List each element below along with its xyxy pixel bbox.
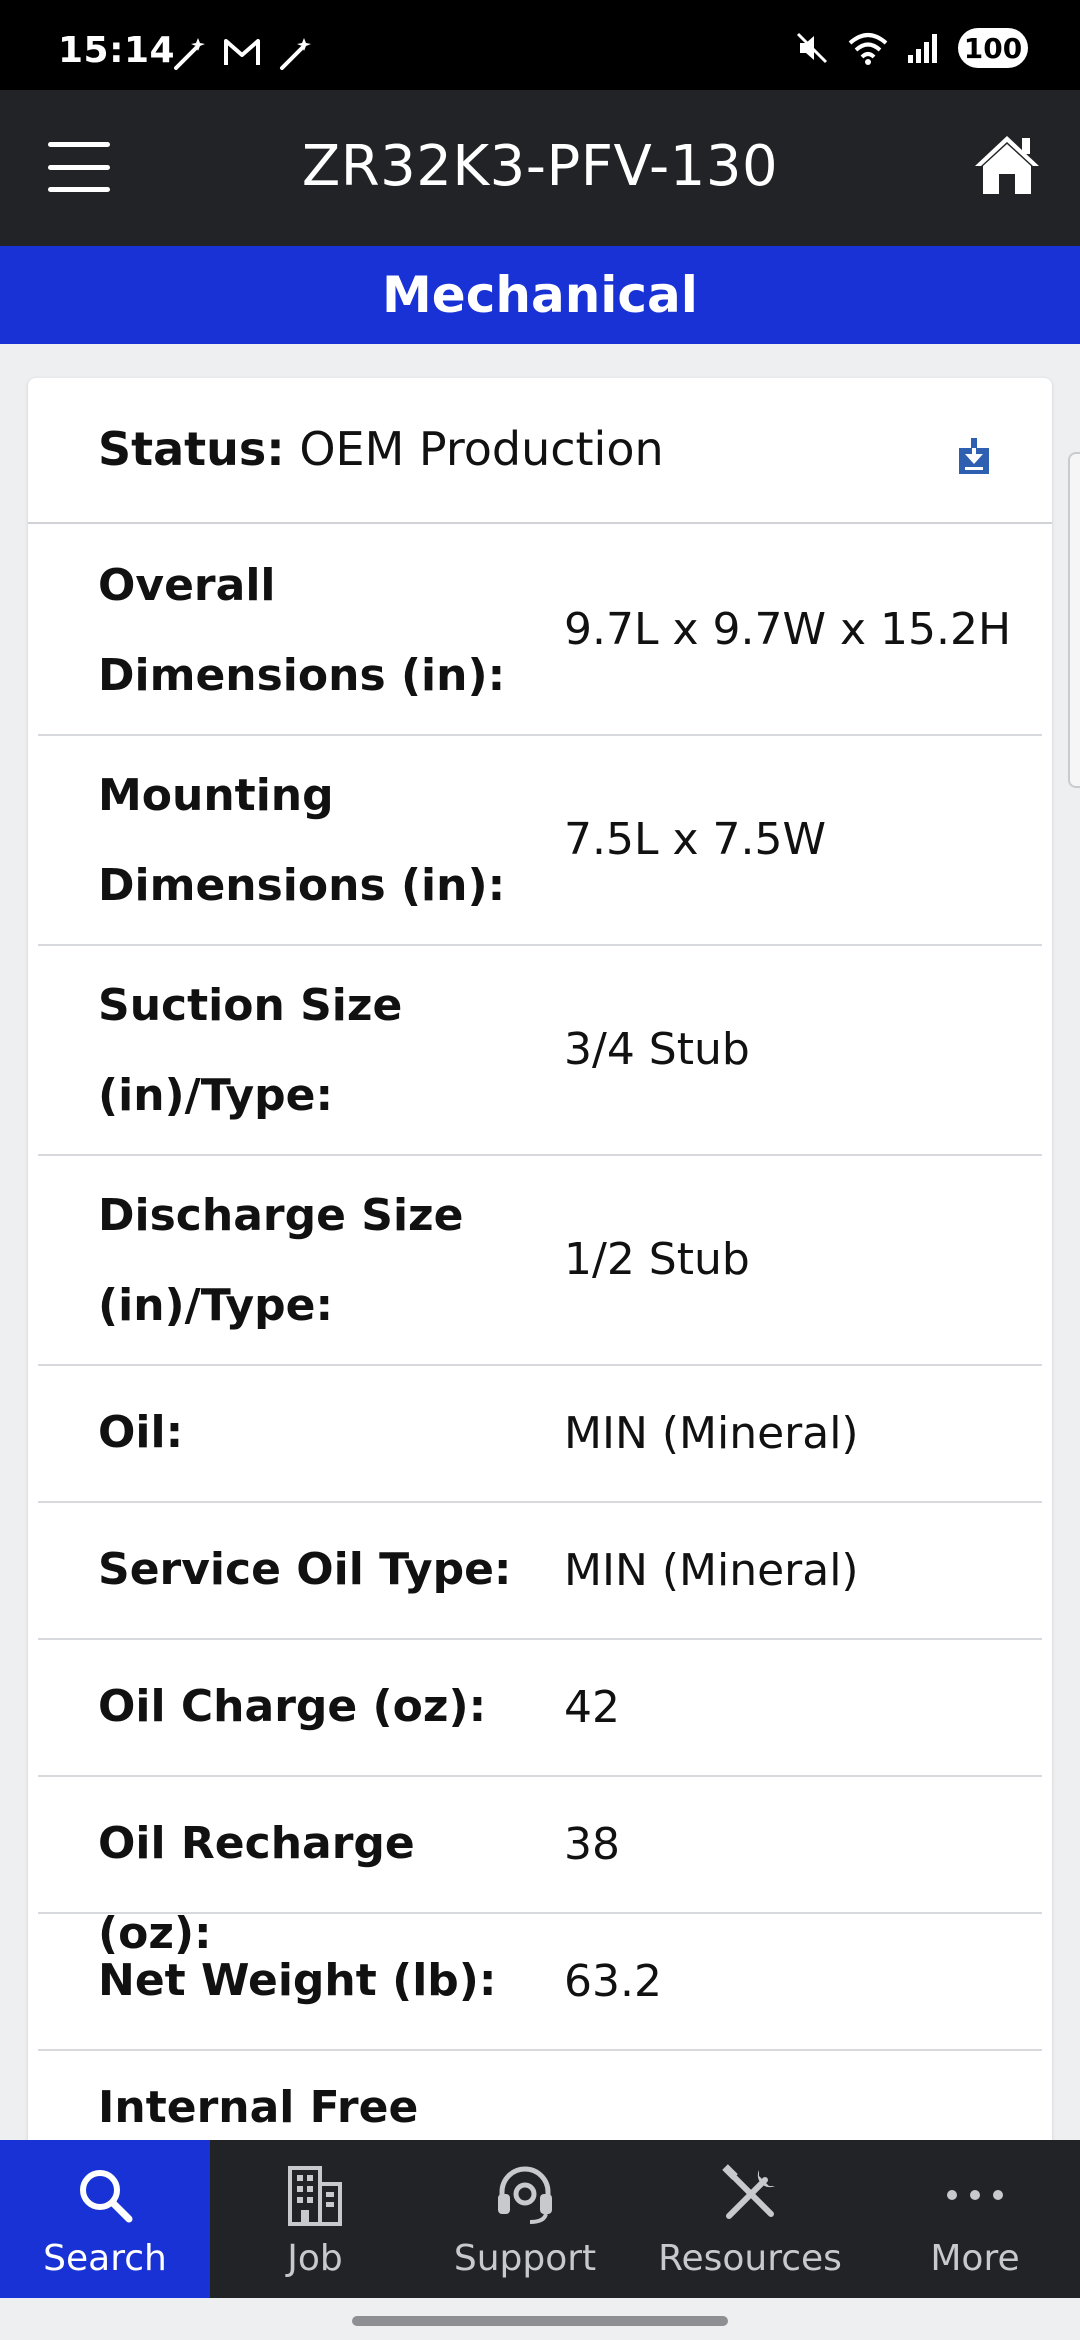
spec-label: Oil: [98, 1407, 184, 1458]
hamburger-line [48, 164, 110, 170]
spec-label: Service Oil Type: [98, 1544, 512, 1595]
spec-row-service-oil-type: Service Oil Type: MIN (Mineral) [38, 1503, 1042, 1640]
gesture-area [0, 2298, 1080, 2340]
nav-job[interactable]: Job [210, 2140, 420, 2298]
spec-row-net-weight: Net Weight (lb): 63.2 [38, 1914, 1042, 2051]
nav-search[interactable]: Search [0, 2140, 210, 2298]
tools-icon [722, 2164, 775, 2219]
spec-row-oil: Oil: MIN (Mineral) [38, 1366, 1042, 1503]
spec-value: 63.2 [564, 1956, 662, 2007]
hamburger-line [48, 142, 110, 147]
scrollbar[interactable] [1068, 452, 1080, 788]
section-title: Mechanical [382, 266, 698, 324]
nav-label: Job [287, 2238, 343, 2279]
nav-resources[interactable]: Resources [630, 2140, 870, 2298]
notification-icons [170, 34, 314, 72]
spec-value: 1/2 Stub [564, 1234, 750, 1285]
hamburger-line [48, 187, 110, 192]
spec-value: MIN (Mineral) [564, 1545, 859, 1596]
home-gesture-bar[interactable] [352, 2316, 728, 2326]
spec-label: Discharge Size (in)/Type: [98, 1190, 464, 1331]
headset-icon [498, 2166, 552, 2224]
nav-label: Support [453, 2238, 597, 2279]
wifi-icon [848, 33, 888, 65]
spec-value: 42 [564, 1682, 620, 1733]
status-bar: 15:14 100 [0, 0, 1080, 90]
spec-value: 9.7L x 9.7W x 15.2H [564, 604, 1012, 655]
spec-value: 38 [564, 1819, 620, 1870]
spec-label: Net Weight (lb): [98, 1955, 497, 2006]
status-time: 15:14 [58, 30, 176, 71]
spec-row-oil-recharge: Oil Recharge (oz): 38 [38, 1777, 1042, 1959]
spec-label: Overall Dimensions (in): [98, 560, 506, 701]
nav-more[interactable]: More [870, 2140, 1080, 2298]
menu-button[interactable] [48, 142, 110, 192]
spec-value: 7.5L x 7.5W [564, 814, 826, 865]
battery-indicator: 100 [958, 28, 1028, 68]
system-icons: 100 [794, 28, 1028, 68]
spec-row-oil-charge: Oil Charge (oz): 42 [38, 1640, 1042, 1777]
spec-row-mounting-dimensions: Mounting Dimensions (in): 7.5L x 7.5W [38, 736, 1042, 946]
spec-value: MIN (Mineral) [564, 1408, 859, 1459]
nav-label: Resources [658, 2238, 842, 2279]
spec-label: Oil Charge (oz): [98, 1681, 487, 1732]
magic-wand-icon [280, 38, 311, 70]
bottom-nav: Search Job Support Resources More [0, 2140, 1080, 2298]
status-label: Status: [98, 422, 285, 476]
status-value: OEM Production [299, 422, 664, 476]
nav-label: More [930, 2238, 1020, 2279]
mute-icon [796, 32, 828, 64]
signal-icon [908, 34, 937, 63]
home-icon[interactable] [972, 132, 1042, 198]
spec-row-discharge-size: Discharge Size (in)/Type: 1/2 Stub [38, 1156, 1042, 1366]
magic-wand-icon [174, 38, 205, 70]
status-text: Status: OEM Production [98, 422, 664, 476]
status-row: Status: OEM Production [28, 378, 1052, 524]
nav-label: Search [43, 2238, 167, 2279]
nav-support[interactable]: Support [420, 2140, 630, 2298]
building-icon [288, 2166, 342, 2226]
download-icon[interactable] [956, 436, 992, 476]
mail-icon [224, 39, 260, 65]
spec-value: 3/4 Stub [564, 1024, 750, 1075]
section-banner: Mechanical [0, 246, 1080, 344]
spec-label: Mounting Dimensions (in): [98, 770, 506, 911]
spec-row-overall-dimensions: Overall Dimensions (in): 9.7L x 9.7W x 1… [38, 526, 1042, 736]
more-icon [947, 2190, 1003, 2200]
app-header: ZR32K3-PFV-130 [0, 90, 1080, 246]
spec-row-suction-size: Suction Size (in)/Type: 3/4 Stub [38, 946, 1042, 1156]
spec-card: Status: OEM Production Overall Dimension… [28, 378, 1052, 2178]
page-title: ZR32K3-PFV-130 [301, 134, 779, 199]
app-screen: 15:14 100 ZR32K3-PFV-130 Mechanical Stat… [0, 0, 1080, 2340]
search-icon [80, 2170, 133, 2223]
spec-label: Suction Size (in)/Type: [98, 980, 403, 1121]
